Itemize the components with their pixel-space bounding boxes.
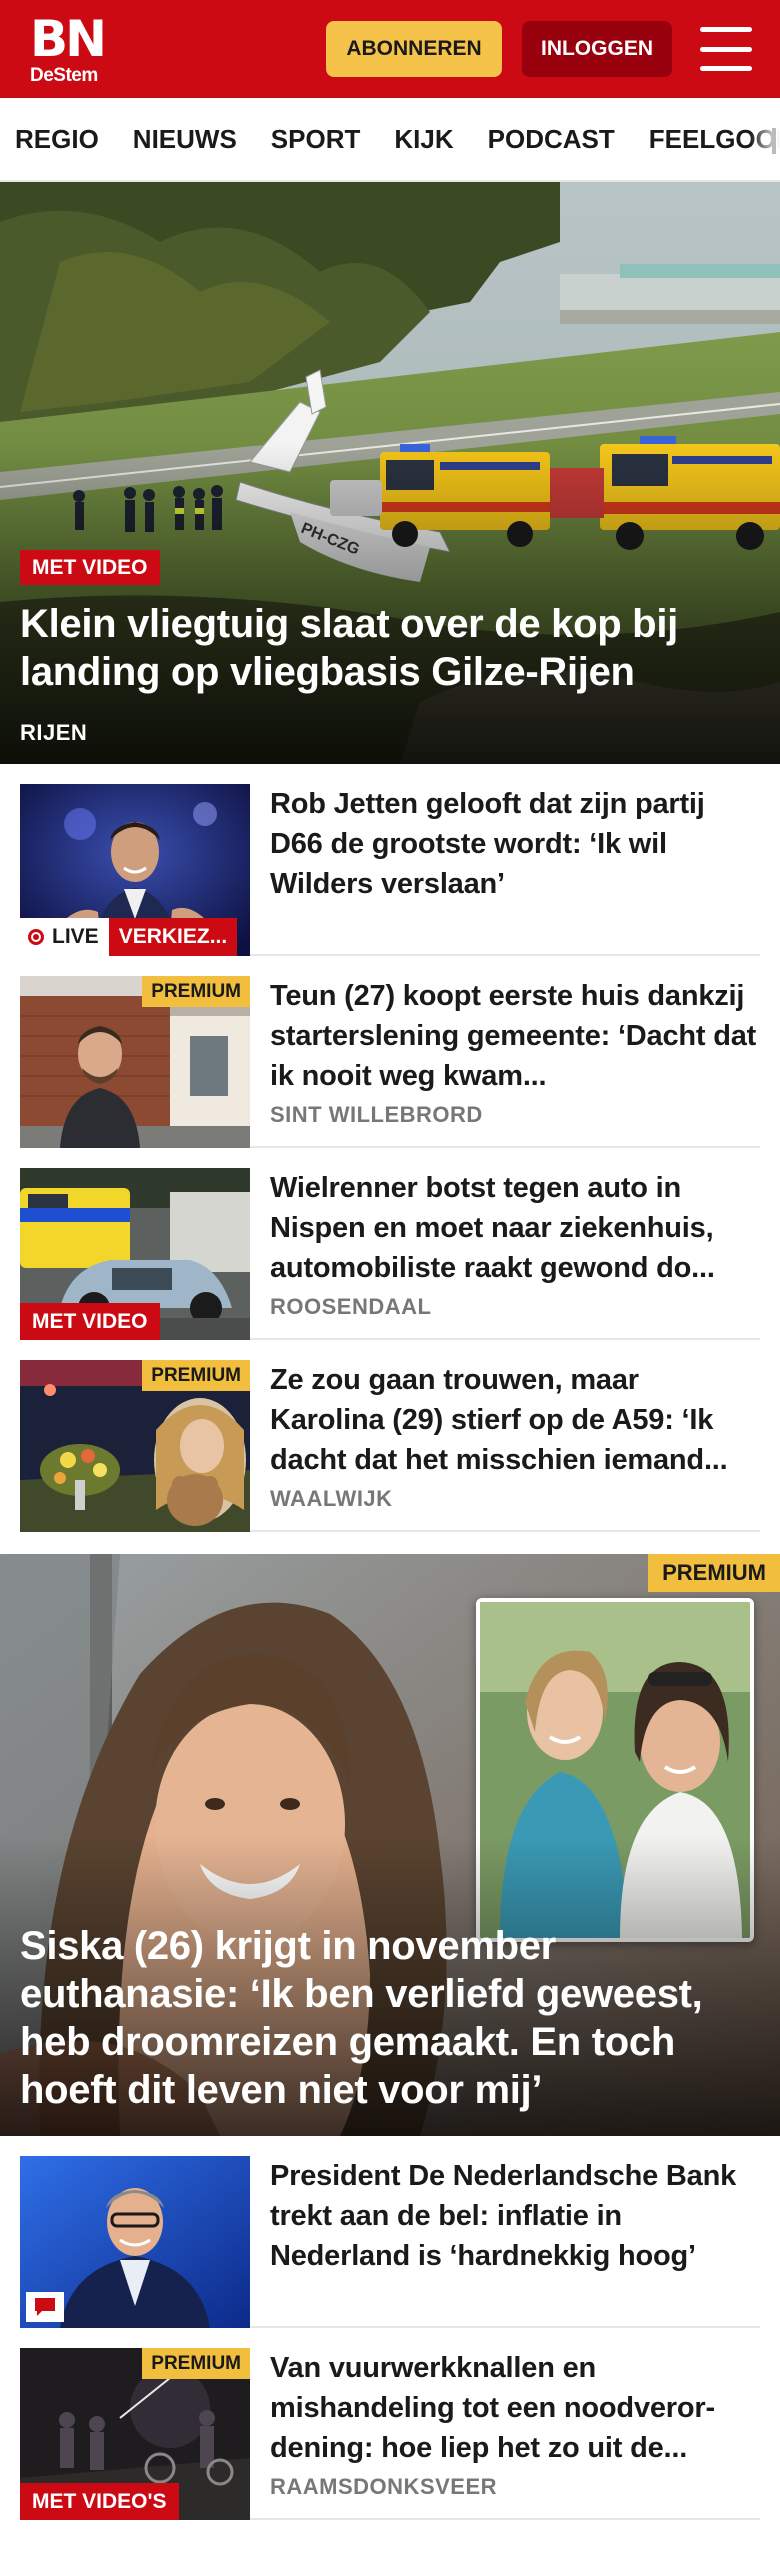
live-dot-icon bbox=[28, 929, 44, 945]
article-location: RAAMSDONKSVEER bbox=[270, 2474, 498, 2499]
site-header: BN DeStem ABONNEREN INLOGGEN bbox=[0, 0, 780, 98]
app-root: BN DeStem ABONNEREN INLOGGEN REGIO NIEUW… bbox=[0, 0, 780, 2560]
video-badge: MET VIDEO bbox=[20, 1303, 160, 1340]
videos-badge: MET VIDEO'S bbox=[20, 2483, 179, 2520]
article-thumbnail[interactable]: PREMIUM bbox=[20, 1360, 250, 1532]
premium-badge: PREMIUM bbox=[142, 2348, 250, 2379]
subscribe-button[interactable]: ABONNEREN bbox=[326, 21, 502, 77]
feature-title[interactable]: Siska (26) krijgt in november euthanasie… bbox=[20, 1922, 760, 2114]
login-button[interactable]: INLOGGEN bbox=[522, 21, 672, 77]
logo-main: BN bbox=[30, 9, 107, 68]
nav-item-kijk[interactable]: KIJK bbox=[394, 124, 453, 155]
hero-video-badge: MET VIDEO bbox=[20, 550, 160, 585]
feature-article[interactable]: PREMIUM Siska (26) krijgt in november eu… bbox=[0, 1554, 780, 2136]
menu-icon-bar bbox=[700, 46, 752, 52]
article-thumbnail[interactable]: PREMIUM bbox=[20, 976, 250, 1148]
article-thumbnail[interactable]: PREMIUM MET VIDEO'S bbox=[20, 2348, 250, 2520]
live-badge: LIVE bbox=[20, 918, 109, 956]
site-logo[interactable]: BN DeStem bbox=[30, 9, 107, 86]
article-item[interactable]: MET VIDEO Wielrenner botst tegen auto in… bbox=[20, 1148, 760, 1340]
article-thumbnail[interactable] bbox=[20, 2156, 250, 2328]
menu-icon-bar bbox=[700, 66, 752, 71]
article-thumbnail[interactable]: LIVE VERKIEZ... bbox=[20, 784, 250, 956]
live-indicator: LIVE VERKIEZ... bbox=[20, 918, 238, 956]
comment-icon bbox=[26, 2292, 64, 2322]
nav-item-podcast[interactable]: PODCAST bbox=[488, 124, 615, 155]
article-title[interactable]: Rob Jetten gelooft dat zijn partij D66 d… bbox=[270, 784, 760, 904]
article-item[interactable]: PREMIUM Teun (27) koopt eerste huis dank… bbox=[20, 956, 760, 1148]
nav-item-nieuws[interactable]: NIEUWS bbox=[133, 124, 237, 155]
article-location: ROOSENDAAL bbox=[270, 1294, 432, 1319]
article-location: WAALWIJK bbox=[270, 1486, 393, 1511]
hero-title[interactable]: Klein vliegtuig slaat over de kop bij la… bbox=[20, 600, 750, 696]
article-title[interactable]: Teun (27) koopt eerste huis dankzij star… bbox=[270, 976, 760, 1096]
hero-article[interactable]: PH-CZG MET bbox=[0, 182, 780, 764]
hero-location: RIJEN bbox=[20, 720, 88, 745]
menu-icon[interactable] bbox=[700, 27, 752, 71]
nav-item-regio[interactable]: REGIO bbox=[15, 124, 99, 155]
article-title[interactable]: Van vuurwerkknallen en mishandeling tot … bbox=[270, 2348, 760, 2468]
logo-sub: DeStem bbox=[30, 64, 98, 86]
menu-icon-bar bbox=[700, 27, 752, 32]
article-title[interactable]: Wielrenner botst tegen auto in Nispen en… bbox=[270, 1168, 760, 1288]
article-title[interactable]: President De Nederlandsche Bank trekt aa… bbox=[270, 2156, 760, 2276]
nav-item-sport[interactable]: SPORT bbox=[271, 124, 361, 155]
premium-badge: PREMIUM bbox=[142, 1360, 250, 1391]
premium-badge: PREMIUM bbox=[142, 976, 250, 1007]
live-topic-tag: VERKIEZ... bbox=[108, 918, 238, 956]
live-label: LIVE bbox=[52, 925, 99, 948]
article-item[interactable]: LIVE VERKIEZ... Rob Jetten gelooft dat z… bbox=[20, 764, 760, 956]
section-nav: REGIO NIEUWS SPORT KIJK PODCAST FEELGOOD bbox=[0, 98, 780, 182]
article-location: SINT WILLEBRORD bbox=[270, 1102, 483, 1127]
article-title[interactable]: Ze zou gaan trouwen, maar Karolina (29) … bbox=[270, 1360, 760, 1480]
article-item[interactable]: PREMIUM Ze zou gaan trouwen, maar Karoli… bbox=[20, 1340, 760, 1532]
article-item[interactable]: PREMIUM MET VIDEO'S Van vuurwerkknallen … bbox=[20, 2328, 760, 2520]
article-item[interactable]: President De Nederlandsche Bank trekt aa… bbox=[20, 2136, 760, 2328]
premium-badge: PREMIUM bbox=[648, 1554, 780, 1592]
nav-overflow-indicator bbox=[772, 128, 776, 154]
article-thumbnail[interactable]: MET VIDEO bbox=[20, 1168, 250, 1340]
